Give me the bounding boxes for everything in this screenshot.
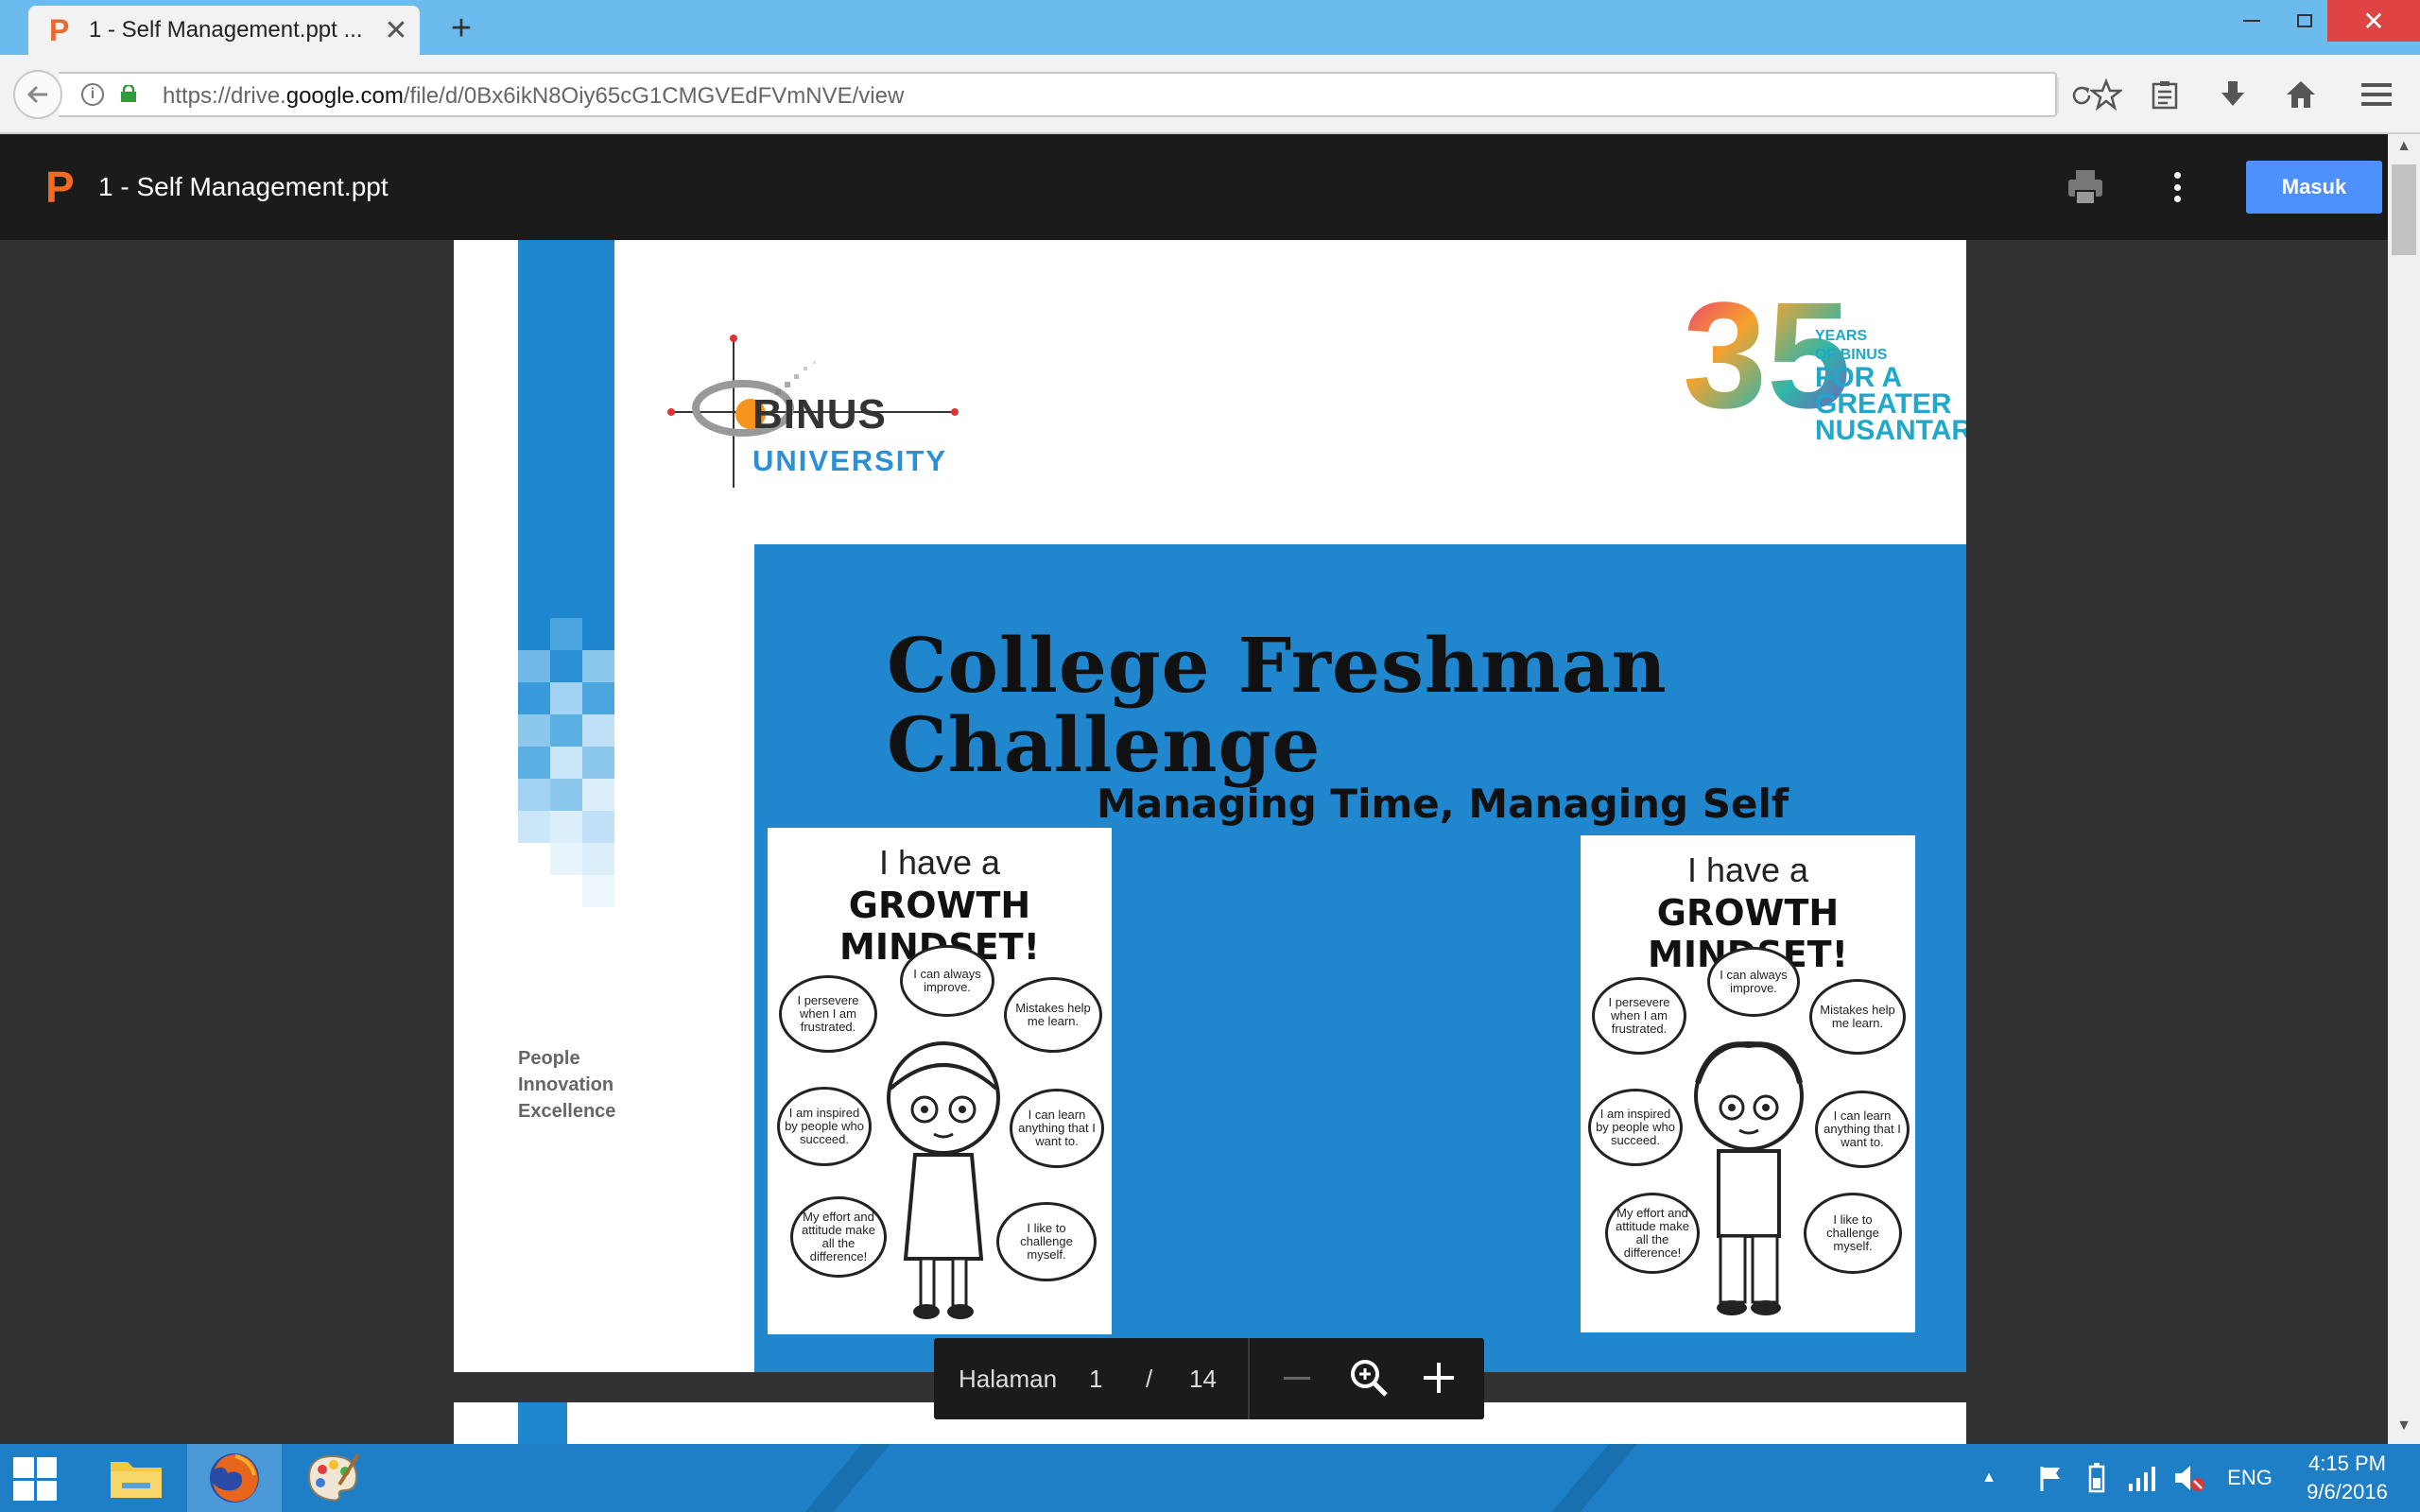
windows-taskbar: ▲ ENG 4:15 PM 9/6/2016 bbox=[0, 1444, 2420, 1512]
back-button[interactable] bbox=[13, 70, 62, 119]
thought-bubble: I can always improve. bbox=[900, 945, 994, 1017]
url-text[interactable]: https://drive.google.com/file/d/0Bx6ikN8… bbox=[163, 83, 904, 110]
action-center-flag-icon[interactable] bbox=[2034, 1444, 2068, 1512]
thought-bubble: I persevere when I am frustrated. bbox=[779, 975, 877, 1053]
paint-palette-icon bbox=[307, 1452, 360, 1502]
scroll-thumb[interactable] bbox=[2392, 164, 2416, 255]
browser-tab[interactable]: P 1 - Self Management.ppt ... ✕ bbox=[28, 6, 420, 55]
window-close-icon: ✕ bbox=[2362, 6, 2385, 36]
download-arrow-icon bbox=[2221, 81, 2244, 106]
minimize-button[interactable] bbox=[2223, 0, 2280, 42]
thought-bubble: I persevere when I am frustrated. bbox=[1592, 977, 1686, 1055]
page-label: Halaman bbox=[959, 1365, 1058, 1393]
anniversary-logo: 35 YEARS OF BINUS FOR A GREATER NUSANTAR… bbox=[1683, 280, 1966, 445]
more-options-icon[interactable] bbox=[2163, 168, 2191, 206]
zoom-in-plus-icon[interactable] bbox=[1420, 1359, 1458, 1397]
paint-taskbar-button[interactable] bbox=[285, 1444, 380, 1512]
slide-blue-panel: College Freshman Challenge Managing Time… bbox=[754, 544, 1966, 1372]
zoom-out-button[interactable] bbox=[1280, 1361, 1314, 1395]
restore-icon bbox=[2297, 14, 2312, 27]
clock-time: 4:15 PM bbox=[2308, 1452, 2386, 1475]
lock-icon bbox=[121, 85, 136, 102]
site-info-icon[interactable]: i bbox=[81, 83, 104, 106]
system-clock[interactable]: 4:15 PM 9/6/2016 bbox=[2286, 1450, 2409, 1506]
address-bar[interactable]: i https://drive.google.com/file/d/0Bx6ik… bbox=[59, 72, 2091, 117]
hamburger-menu-icon bbox=[2361, 83, 2392, 106]
page-separator: / bbox=[1146, 1365, 1153, 1393]
file-explorer-button[interactable] bbox=[89, 1444, 183, 1512]
poster-line1: I have a bbox=[878, 843, 1001, 882]
anniversary-text: YEARS OF BINUS FOR A GREATER NUSANTARA bbox=[1815, 328, 1966, 446]
reading-list-button[interactable] bbox=[2146, 76, 2184, 113]
menu-button[interactable] bbox=[2358, 76, 2395, 113]
volume-muted-icon[interactable] bbox=[2170, 1444, 2208, 1512]
viewer-header: P 1 - Self Management.ppt Masuk bbox=[0, 134, 2388, 240]
growth-mindset-poster-girl: I have a GROWTH MINDSET! I persevere whe… bbox=[768, 828, 1112, 1334]
start-windows-icon[interactable] bbox=[13, 1457, 57, 1501]
chevron-up-icon: ▲ bbox=[1981, 1469, 1996, 1486]
tab-close-icon[interactable]: ✕ bbox=[382, 14, 410, 47]
firefox-icon bbox=[210, 1453, 259, 1503]
thought-bubble: I am inspired by people who succeed. bbox=[1588, 1089, 1683, 1166]
scroll-up-arrow-icon[interactable]: ▲ bbox=[2388, 138, 2420, 161]
browser-navbar: i https://drive.google.com/file/d/0Bx6ik… bbox=[0, 55, 2420, 134]
drive-viewer: P 1 - Self Management.ppt Masuk People I… bbox=[0, 134, 2420, 1444]
poster-line1: I have a bbox=[1686, 850, 1809, 889]
back-arrow-icon bbox=[26, 85, 47, 104]
home-icon bbox=[2287, 81, 2315, 108]
restore-button[interactable] bbox=[2276, 0, 2333, 42]
thought-bubble: I am inspired by people who succeed. bbox=[777, 1087, 872, 1166]
slide-subtitle: Managing Time, Managing Self bbox=[1097, 781, 1789, 827]
tab-title: 1 - Self Management.ppt ... bbox=[89, 17, 363, 43]
minus-icon bbox=[1284, 1376, 1310, 1380]
slide-mosaic-decoration bbox=[518, 618, 614, 907]
folder-icon bbox=[111, 1462, 162, 1498]
print-icon[interactable] bbox=[2065, 166, 2106, 208]
taskbar-decoration bbox=[1513, 1444, 1653, 1512]
home-button[interactable] bbox=[2282, 76, 2320, 113]
window-close-button[interactable]: ✕ bbox=[2327, 0, 2420, 42]
slide-side-bar bbox=[518, 1402, 567, 1444]
tagline: People Innovation Excellence bbox=[518, 1048, 616, 1122]
girl-illustration-icon bbox=[887, 1041, 1000, 1319]
sign-in-button[interactable]: Masuk bbox=[2246, 161, 2382, 214]
powerpoint-favicon-icon: P bbox=[49, 13, 70, 47]
university-name: BINUS bbox=[752, 391, 887, 438]
growth-mindset-poster-boy: I have a GROWTH MINDSET! I persevere whe… bbox=[1581, 835, 1915, 1332]
current-page-input[interactable]: 1 bbox=[1089, 1365, 1102, 1394]
browser-titlebar: P 1 - Self Management.ppt ... ✕ + ✕ bbox=[0, 0, 2420, 55]
new-tab-button[interactable]: + bbox=[442, 9, 480, 47]
downloads-button[interactable] bbox=[2214, 76, 2252, 113]
page-toolbar: Halaman 1 / 14 bbox=[934, 1338, 1484, 1419]
page-scrollbar[interactable]: ▲ ▼ bbox=[2388, 134, 2420, 1444]
total-pages: 14 bbox=[1189, 1365, 1217, 1393]
bookmark-star-button[interactable] bbox=[2087, 76, 2125, 113]
clock-date: 9/6/2016 bbox=[2307, 1480, 2388, 1503]
scroll-down-arrow-icon[interactable]: ▼ bbox=[2388, 1418, 2420, 1440]
file-title: 1 - Self Management.ppt bbox=[98, 172, 389, 201]
slide-side-bar bbox=[518, 240, 614, 618]
firefox-taskbar-button[interactable] bbox=[187, 1444, 282, 1512]
network-signal-icon[interactable] bbox=[2125, 1444, 2159, 1512]
star-icon bbox=[2090, 78, 2122, 111]
slide-title: College Freshman Challenge bbox=[887, 621, 1668, 789]
show-hidden-icons-button[interactable]: ▲ bbox=[1972, 1444, 2006, 1512]
taskbar-decoration bbox=[767, 1444, 907, 1512]
zoom-magnifier-icon[interactable] bbox=[1348, 1357, 1390, 1399]
slide-page-1: People Innovation Excellence BINUS UNIVE… bbox=[454, 240, 1966, 1372]
powerpoint-file-icon: P bbox=[45, 163, 75, 212]
thought-bubble: I can always improve. bbox=[1707, 947, 1800, 1017]
clipboard-icon bbox=[2152, 81, 2178, 110]
input-language-indicator[interactable]: ENG bbox=[2223, 1444, 2276, 1512]
minimize-icon bbox=[2243, 20, 2260, 22]
toolbar-divider bbox=[1248, 1338, 1250, 1419]
university-subtitle: UNIVERSITY bbox=[752, 444, 948, 477]
thought-bubble: I can learn anything that I want to. bbox=[1815, 1091, 1910, 1168]
power-battery-icon[interactable] bbox=[2080, 1444, 2114, 1512]
thought-bubble: I can learn anything that I want to. bbox=[1010, 1089, 1104, 1168]
boy-illustration-icon bbox=[1694, 1041, 1804, 1315]
